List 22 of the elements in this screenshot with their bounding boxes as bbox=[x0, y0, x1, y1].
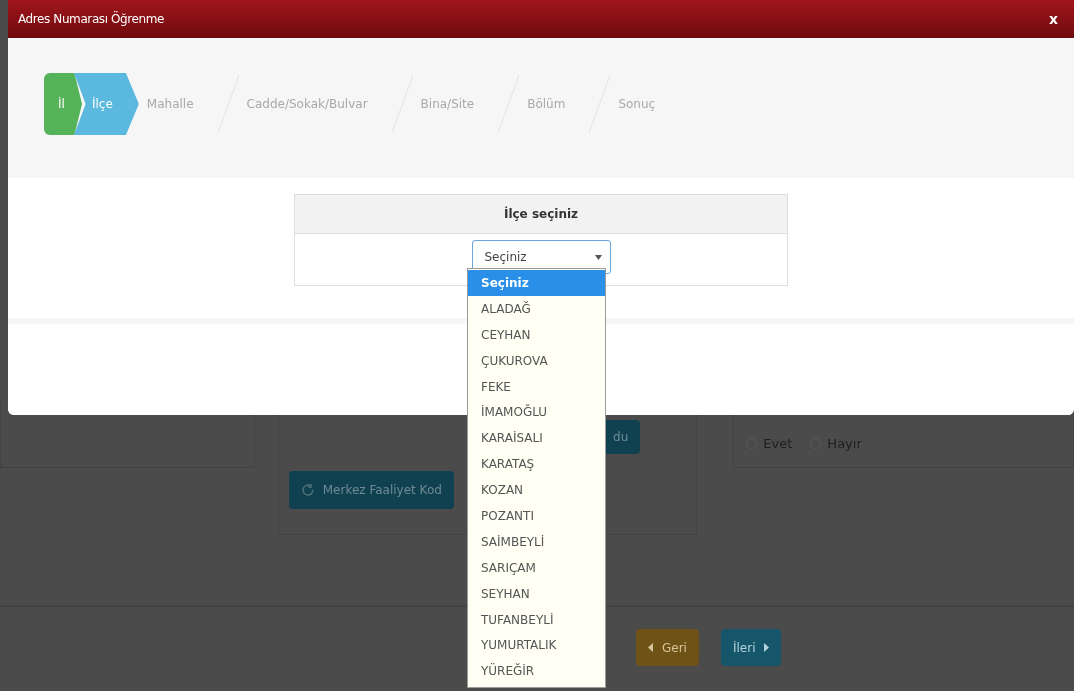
back-button[interactable]: Geri bbox=[636, 629, 699, 666]
arrow-right-icon bbox=[763, 643, 770, 652]
dropdown-option[interactable]: YUMURTALIK bbox=[468, 632, 605, 659]
refresh-icon bbox=[300, 483, 315, 497]
dropdown-option[interactable]: SEYHAN bbox=[468, 580, 605, 607]
arrow-left-icon bbox=[648, 643, 654, 652]
dropdown-option[interactable]: SARIÇAM bbox=[468, 554, 605, 581]
next-button[interactable]: İleri bbox=[720, 629, 782, 666]
dropdown-option[interactable]: ÇUKUROVA bbox=[468, 347, 605, 374]
caret-icon bbox=[594, 254, 602, 260]
dropdown-option[interactable]: CEYHAN bbox=[468, 321, 605, 348]
dropdown-option[interactable]: POZANTI bbox=[468, 503, 605, 529]
dropdown-option[interactable]: FEKE bbox=[468, 373, 605, 400]
dropdown-option[interactable]: YÜREĞİR bbox=[468, 658, 605, 685]
card-heading: İlçe seçiniz bbox=[295, 195, 787, 234]
close-button[interactable]: x bbox=[1042, 10, 1064, 28]
dropdown-option[interactable]: KARATAŞ bbox=[468, 451, 605, 478]
dropdown-option[interactable]: SAİMBEYLİ bbox=[468, 528, 605, 555]
dropdown-option[interactable]: ALADAĞ bbox=[468, 295, 605, 322]
modal-title: Adres Numarası Öğrenme bbox=[18, 12, 165, 26]
dropdown-option[interactable]: TUFANBEYLİ bbox=[468, 606, 605, 633]
dropdown-option[interactable]: KOZAN bbox=[468, 477, 605, 503]
